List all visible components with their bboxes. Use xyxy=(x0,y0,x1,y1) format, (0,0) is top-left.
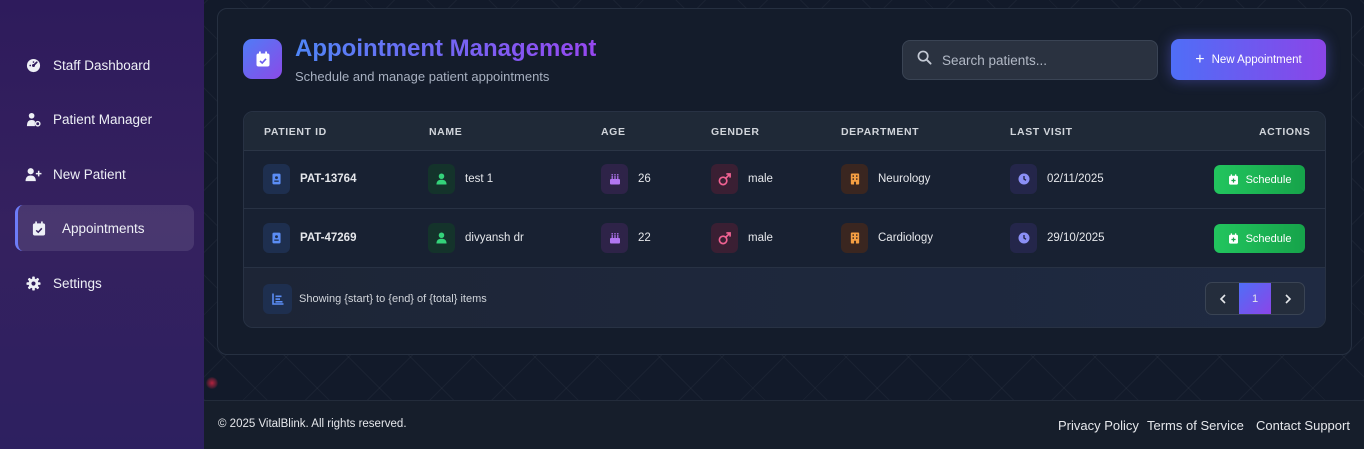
hospital-building-icon xyxy=(841,223,868,253)
schedule-button-label: Schedule xyxy=(1245,173,1292,186)
sidebar-item-new-patient[interactable]: New Patient xyxy=(0,151,194,197)
dashboard-gauge-icon xyxy=(24,56,42,74)
male-symbol-icon xyxy=(711,223,738,253)
patient-department: Neurology xyxy=(878,173,931,185)
patient-id: PAT-47269 xyxy=(300,232,357,244)
id-badge-icon xyxy=(263,164,290,194)
department-cell: Neurology xyxy=(841,164,930,194)
last-visit-cell: 02/11/2025 xyxy=(1010,164,1104,194)
column-header-name: NAME xyxy=(429,126,463,138)
privacy-policy-link[interactable]: Privacy Policy xyxy=(1058,418,1139,433)
new-appointment-label: New Appointment xyxy=(1211,53,1302,66)
sidebar-item-label: Appointments xyxy=(62,220,145,236)
sidebar-item-label: Settings xyxy=(53,275,102,291)
table-row: PAT-13764 test 1 26 male Neurology 02/11… xyxy=(244,151,1325,209)
chevron-left-icon xyxy=(1219,293,1226,304)
patient-name: test 1 xyxy=(465,173,494,185)
male-symbol-icon xyxy=(711,164,738,194)
column-header-actions: ACTIONS xyxy=(1259,126,1311,138)
patient-id-cell: PAT-13764 xyxy=(263,164,356,194)
hospital-building-icon xyxy=(841,164,868,194)
search-icon xyxy=(917,50,932,70)
page-button-current[interactable]: 1 xyxy=(1239,283,1271,314)
patients-table: PATIENT ID NAME AGE GENDER DEPARTMENT LA… xyxy=(243,111,1326,328)
sidebar-item-staff-dashboard[interactable]: Staff Dashboard xyxy=(0,42,194,88)
next-page-button[interactable] xyxy=(1271,283,1304,314)
sidebar-item-label: New Patient xyxy=(53,166,126,182)
age-cell: 26 xyxy=(601,164,651,194)
calendar-check-icon xyxy=(243,39,282,79)
clock-icon xyxy=(1010,164,1037,194)
terms-of-service-link[interactable]: Terms of Service xyxy=(1147,418,1244,433)
user-plus-icon xyxy=(24,165,42,183)
column-header-age: AGE xyxy=(601,126,626,138)
table-header: PATIENT ID NAME AGE GENDER DEPARTMENT LA… xyxy=(244,112,1325,151)
user-gear-icon xyxy=(24,110,42,128)
pagination: 1 xyxy=(1205,282,1305,315)
calendar-check-icon xyxy=(30,219,48,237)
schedule-button[interactable]: Schedule xyxy=(1214,224,1305,253)
patient-name: divyansh dr xyxy=(465,232,524,244)
sidebar: Staff Dashboard Patient Manager New Pati… xyxy=(0,0,204,449)
gender-cell: male xyxy=(711,164,773,194)
patient-gender: male xyxy=(748,232,773,244)
copyright-text: © 2025 VitalBlink. All rights reserved. xyxy=(218,418,407,430)
department-cell: Cardiology xyxy=(841,223,933,253)
schedule-button[interactable]: Schedule xyxy=(1214,165,1305,194)
table-row: PAT-47269 divyansh dr 22 male Cardiology xyxy=(244,210,1325,268)
plus-icon: + xyxy=(1195,50,1205,68)
patient-last-visit: 02/11/2025 xyxy=(1047,173,1104,185)
patient-age: 22 xyxy=(638,232,651,244)
birthday-cake-icon xyxy=(601,164,628,194)
age-cell: 22 xyxy=(601,223,651,253)
search-box[interactable] xyxy=(902,40,1158,80)
table-footer: Showing {start} to {end} of {total} item… xyxy=(244,268,1325,327)
patient-department: Cardiology xyxy=(878,232,933,244)
column-header-last-visit: LAST VISIT xyxy=(1010,126,1073,138)
column-header-gender: GENDER xyxy=(711,126,760,138)
decorative-dot xyxy=(206,377,218,389)
sidebar-item-label: Patient Manager xyxy=(53,111,153,127)
name-cell: divyansh dr xyxy=(428,223,524,253)
column-header-patient-id: PATIENT ID xyxy=(264,126,327,138)
sidebar-item-appointments[interactable]: Appointments xyxy=(15,205,194,251)
column-header-department: DEPARTMENT xyxy=(841,126,920,138)
user-icon xyxy=(428,223,455,253)
sidebar-item-patient-manager[interactable]: Patient Manager xyxy=(0,96,194,142)
pagination-summary: Showing {start} to {end} of {total} item… xyxy=(299,293,487,305)
patient-id: PAT-13764 xyxy=(300,173,357,185)
page-footer: © 2025 VitalBlink. All rights reserved. … xyxy=(204,400,1364,449)
calendar-plus-icon xyxy=(1228,174,1238,185)
clock-icon xyxy=(1010,223,1037,253)
patient-age: 26 xyxy=(638,173,651,185)
birthday-cake-icon xyxy=(601,223,628,253)
previous-page-button[interactable] xyxy=(1206,283,1239,314)
page-subtitle: Schedule and manage patient appointments xyxy=(295,69,550,84)
gender-cell: male xyxy=(711,223,773,253)
page-title: Appointment Management xyxy=(295,35,597,62)
list-icon xyxy=(263,284,292,314)
last-visit-cell: 29/10/2025 xyxy=(1010,223,1105,253)
id-badge-icon xyxy=(263,223,290,253)
search-input[interactable] xyxy=(942,52,1142,68)
sidebar-item-label: Staff Dashboard xyxy=(53,57,151,73)
sidebar-item-settings[interactable]: Settings xyxy=(0,260,194,306)
calendar-plus-icon xyxy=(1228,233,1238,244)
new-appointment-button[interactable]: + New Appointment xyxy=(1171,39,1326,80)
patient-gender: male xyxy=(748,173,773,185)
patient-id-cell: PAT-47269 xyxy=(263,223,356,253)
schedule-button-label: Schedule xyxy=(1245,232,1292,245)
user-icon xyxy=(428,164,455,194)
gear-icon xyxy=(24,274,42,292)
contact-support-link[interactable]: Contact Support xyxy=(1256,418,1350,433)
chevron-right-icon xyxy=(1284,293,1291,304)
name-cell: test 1 xyxy=(428,164,493,194)
patient-last-visit: 29/10/2025 xyxy=(1047,232,1105,244)
